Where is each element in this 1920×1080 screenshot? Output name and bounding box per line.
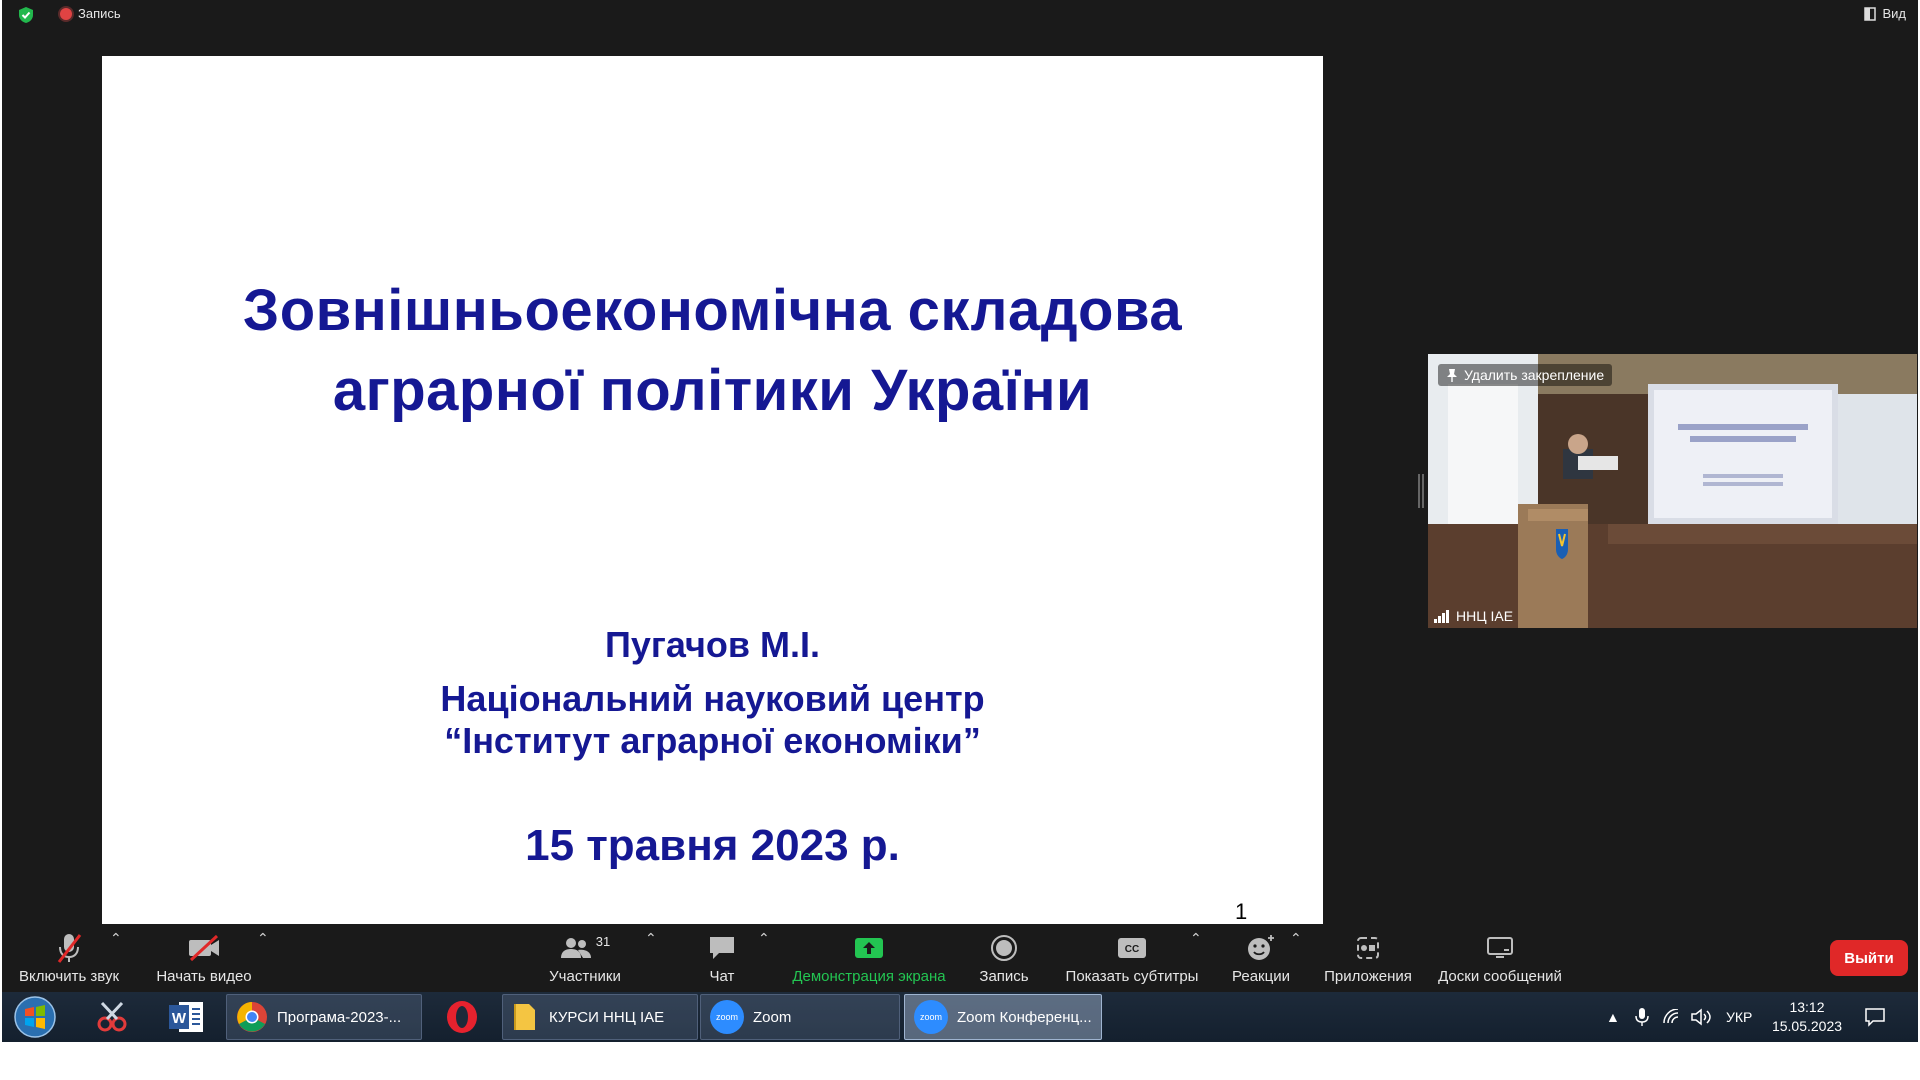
apps-button[interactable]: Приложения xyxy=(1318,926,1418,992)
start-button[interactable] xyxy=(10,994,60,1040)
word-taskbar-icon[interactable]: W xyxy=(162,994,210,1040)
slide-author: Пугачов М.І. xyxy=(604,624,821,665)
participant-name: ННЦ ІАЕ xyxy=(1456,608,1514,624)
chat-icon xyxy=(707,932,737,964)
taskbar-task-label: КУРСИ ННЦ ІАЕ xyxy=(549,1008,665,1026)
slide-title-line2: аграрної політики України xyxy=(332,358,1093,423)
windows-start-orb-icon xyxy=(14,996,56,1038)
clock-time: 13:12 xyxy=(1789,999,1825,1015)
windows-taskbar: W Програма-2023-... КУРСИ ННЦ ІАЕ zoom Z… xyxy=(2,992,1918,1042)
recording-dot-icon xyxy=(60,7,72,20)
slide-organization-line1: Національний науковий центр xyxy=(440,678,985,719)
recording-label: Запись xyxy=(78,6,121,21)
slide-page-number: 1 xyxy=(1235,899,1248,924)
taskbar-task-label: Програма-2023-... xyxy=(277,1008,402,1026)
share-screen-label: Демонстрация экрана xyxy=(792,968,946,985)
unmute-button[interactable]: Включить звук xyxy=(14,926,124,992)
participants-button[interactable]: 31 Участники xyxy=(540,926,630,992)
reactions-label: Реакции xyxy=(1232,968,1290,985)
opera-taskbar-icon[interactable] xyxy=(438,994,486,1040)
record-label: Запись xyxy=(979,968,1029,985)
view-icon xyxy=(1864,6,1877,21)
volume-tray-icon[interactable] xyxy=(1690,992,1712,1042)
taskbar-task-zoom[interactable]: zoom Zoom xyxy=(700,994,900,1040)
slide-date: 15 травня 2023 р. xyxy=(525,821,900,870)
video-off-icon xyxy=(187,932,221,964)
slide-title-line1: Зовнішньоекономічна складова xyxy=(242,278,1183,343)
show-captions-button[interactable]: CC Показать субтитры xyxy=(1062,926,1202,992)
unmute-label: Включить звук xyxy=(18,968,120,985)
slide-title: Зовнішньоекономічна складова аграрної по… xyxy=(102,271,1323,431)
reactions-icon xyxy=(1246,932,1276,964)
folder-icon xyxy=(514,1004,535,1030)
zoom-icon: zoom xyxy=(710,1000,744,1034)
top-bar: Запись Вид xyxy=(2,0,1918,30)
participants-icon: 31 xyxy=(560,932,610,964)
action-center-icon[interactable] xyxy=(1864,992,1886,1042)
view-label: Вид xyxy=(1882,6,1906,21)
apps-label: Приложения xyxy=(1324,968,1412,985)
participants-label: Участники xyxy=(549,968,621,985)
taskbar-task-folder[interactable]: КУРСИ ННЦ ІАЕ xyxy=(502,994,698,1040)
leave-meeting-button[interactable]: Выйти xyxy=(1830,940,1908,976)
chat-button[interactable]: Чат xyxy=(692,926,752,992)
chat-label: Чат xyxy=(709,968,735,985)
whiteboards-label: Доски сообщений xyxy=(1438,968,1562,985)
chrome-icon xyxy=(237,1002,267,1032)
microphone-tray-icon[interactable] xyxy=(1634,992,1650,1042)
pin-icon xyxy=(1447,369,1457,382)
shared-slide: Зовнішньоекономічна складова аграрної по… xyxy=(102,56,1323,924)
apps-icon xyxy=(1354,932,1382,964)
captions-options-caret[interactable]: ⌃ xyxy=(1190,930,1202,947)
reactions-options-caret[interactable]: ⌃ xyxy=(1290,930,1302,947)
share-screen-button[interactable]: Демонстрация экрана xyxy=(784,926,954,992)
slide-organization-line2: “Інститут аграрної економіки” xyxy=(444,720,981,761)
view-button[interactable]: Вид xyxy=(1864,6,1906,21)
show-captions-label: Показать субтитры xyxy=(1065,968,1199,985)
zoom-icon: zoom xyxy=(914,1000,948,1034)
reactions-button[interactable]: Реакции xyxy=(1224,926,1298,992)
unpin-button[interactable]: Удалить закрепление xyxy=(1438,364,1613,386)
whiteboard-icon xyxy=(1485,932,1515,964)
record-icon xyxy=(990,932,1018,964)
snipping-tool-taskbar-icon[interactable] xyxy=(88,994,136,1040)
taskbar-task-label: Zoom Конференц... xyxy=(957,1008,1092,1026)
taskbar-task-chrome[interactable]: Програма-2023-... xyxy=(226,994,422,1040)
start-video-button[interactable]: Начать видео xyxy=(148,926,260,992)
recording-indicator[interactable]: Запись xyxy=(60,6,121,21)
svg-text:zoom: zoom xyxy=(716,1012,738,1022)
signal-strength-icon xyxy=(1434,610,1449,623)
share-screen-icon xyxy=(853,932,885,964)
input-language-indicator[interactable]: УКР xyxy=(1726,992,1752,1042)
svg-text:zoom: zoom xyxy=(920,1012,942,1022)
record-button[interactable]: Запись xyxy=(972,926,1036,992)
svg-text:W: W xyxy=(172,1010,187,1027)
participants-count: 31 xyxy=(595,934,611,949)
closed-captions-icon: CC xyxy=(1116,932,1148,964)
audio-options-caret[interactable]: ⌃ xyxy=(110,930,122,947)
chat-options-caret[interactable]: ⌃ xyxy=(758,930,770,947)
network-tray-icon[interactable] xyxy=(1662,992,1682,1042)
participant-video-tile[interactable]: Удалить закрепление ННЦ ІАЕ xyxy=(1428,354,1917,628)
clock-date: 15.05.2023 xyxy=(1771,1018,1843,1034)
svg-text:CC: CC xyxy=(1125,944,1139,955)
video-options-caret[interactable]: ⌃ xyxy=(257,930,269,947)
tray-overflow-icon[interactable]: ▲ xyxy=(1606,992,1620,1042)
whiteboards-button[interactable]: Доски сообщений xyxy=(1430,926,1570,992)
video-frame-image xyxy=(1428,354,1917,628)
participants-options-caret[interactable]: ⌃ xyxy=(645,930,657,947)
security-shield-icon[interactable] xyxy=(18,6,34,24)
zoom-window: Запись Вид Зовнішньоекономічна складова … xyxy=(2,0,1918,1042)
participant-name-tag: ННЦ ІАЕ xyxy=(1434,608,1513,624)
system-clock[interactable]: 13:12 15.05.2023 xyxy=(1762,998,1852,1036)
taskbar-task-zoom-meeting[interactable]: zoom Zoom Конференц... xyxy=(904,994,1102,1040)
unpin-label: Удалить закрепление xyxy=(1464,367,1605,383)
meeting-toolbar: Включить звук ⌃ Начать видео ⌃ 31 Участн… xyxy=(2,926,1918,992)
panel-splitter-handle[interactable] xyxy=(1418,474,1424,508)
taskbar-task-label: Zoom xyxy=(753,1008,792,1026)
muted-microphone-icon xyxy=(54,932,84,964)
start-video-label: Начать видео xyxy=(156,968,252,985)
